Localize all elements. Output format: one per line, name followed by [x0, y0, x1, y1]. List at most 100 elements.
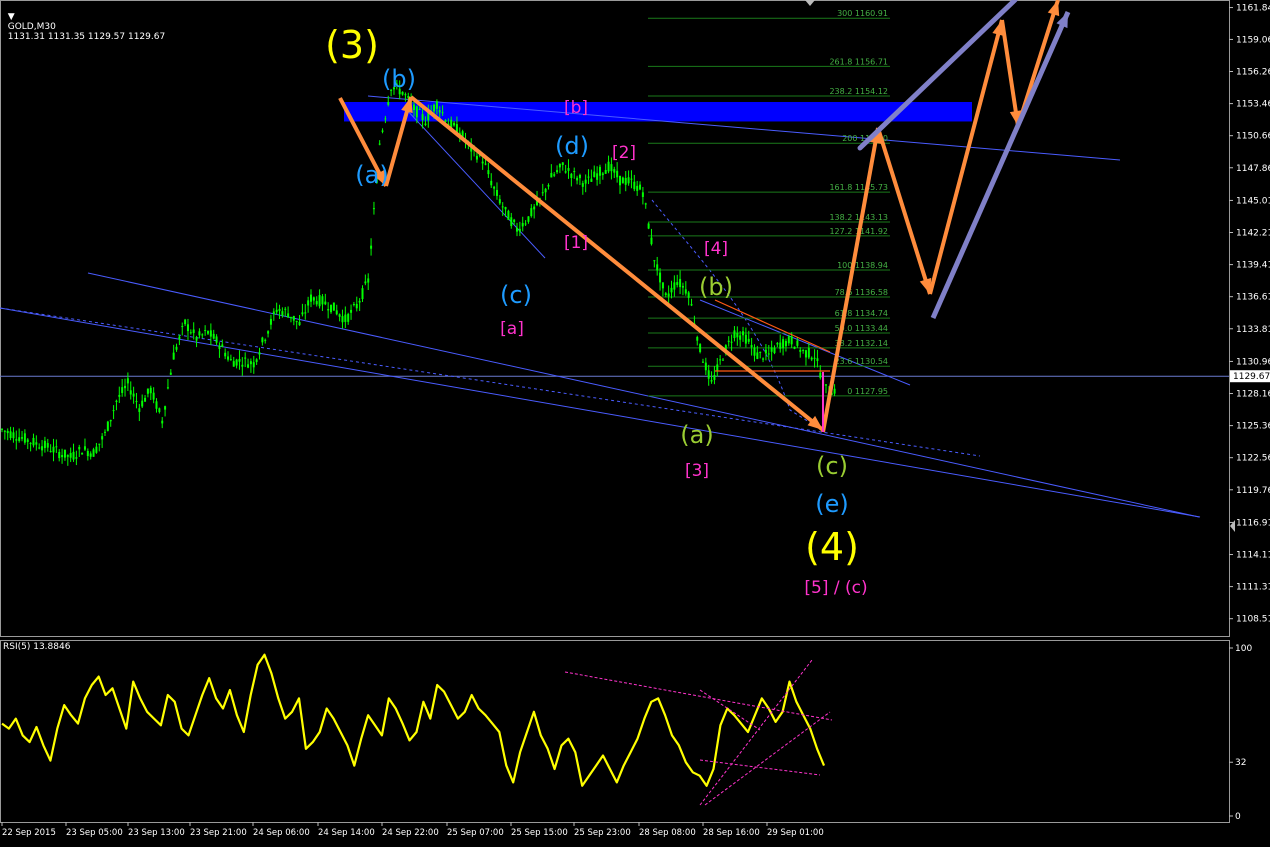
candle-body [38, 447, 41, 449]
candle-body [610, 164, 613, 172]
candle-body [364, 281, 367, 284]
wave-label: (a) [680, 421, 713, 449]
candle-body [722, 359, 724, 361]
candle-body [681, 286, 684, 288]
candle-body [739, 335, 742, 340]
rsi-axis-label: 32 [1235, 758, 1246, 768]
candle-body [481, 161, 484, 164]
chart-canvas[interactable]: 1161.84 1159.06 1156.26 1153.46 1150.66 1147.… [0, 0, 1270, 843]
candle-body [504, 207, 507, 210]
candle-body [106, 421, 109, 431]
candle-body [255, 359, 258, 362]
candle-body [195, 337, 198, 341]
candle-body [598, 166, 601, 176]
candle-body [670, 287, 673, 293]
fib-level-label: 100 1138.94 [837, 261, 888, 270]
time-axis-label: 28 Sep 08:00 [639, 828, 696, 838]
candle-body [593, 171, 596, 177]
candle-body [802, 349, 805, 351]
candle-body [83, 446, 86, 450]
candle-body [438, 110, 441, 113]
candle-body [278, 308, 281, 312]
price-axis-label: 1125.36 [1236, 422, 1270, 432]
wave-label: [1] [564, 233, 588, 253]
candle-body [550, 172, 553, 178]
candle-body [742, 331, 745, 336]
candle-body [221, 344, 224, 347]
price-axis-label: 1133.81 [1236, 325, 1270, 335]
candle-body [95, 446, 98, 453]
candle-body [825, 384, 827, 386]
candle-body [570, 173, 573, 178]
wave-label: (4) [805, 525, 859, 569]
candle-body [475, 155, 478, 160]
candle-body [696, 337, 699, 341]
candle-body [521, 222, 524, 227]
candle-body [172, 352, 175, 360]
wave-arrow [1000, 19, 1020, 127]
candle-body [244, 357, 247, 359]
candle-body [730, 341, 733, 343]
candle-body [295, 320, 298, 323]
candle-body [158, 408, 161, 413]
candle-body [372, 208, 375, 210]
candle-body [66, 455, 69, 457]
time-axis-label: 25 Sep 23:00 [574, 828, 631, 838]
candle-body [547, 185, 550, 187]
fib-level-label: 161.8 1145.73 [829, 183, 888, 192]
candle-body [269, 318, 272, 325]
price-axis-label: 1139.41 [1236, 261, 1270, 271]
candle-body [92, 449, 95, 457]
chart-window[interactable]: 1161.84 1159.06 1156.26 1153.46 1150.66 1147.… [0, 0, 1270, 843]
candle-body [135, 401, 138, 403]
trend-line [0, 307, 1201, 518]
time-axis-label: 24 Sep 14:00 [318, 828, 375, 838]
candle-body [767, 353, 770, 355]
candle-body [415, 106, 418, 118]
candle-body [350, 309, 353, 313]
candle-body [793, 346, 796, 349]
triangle-line [714, 299, 831, 353]
candle-body [567, 168, 570, 171]
candle-body [310, 294, 312, 302]
candle-body [796, 340, 799, 346]
wave-label: (b) [382, 65, 416, 93]
candle-body [275, 309, 278, 313]
wave-arrow-head [1047, 0, 1060, 17]
candle-body [719, 359, 722, 361]
candle-body [736, 332, 739, 338]
fib-level-label: 38.2 1132.14 [835, 339, 888, 348]
candle-body [664, 293, 667, 296]
candle-body [621, 177, 624, 184]
candle-body [344, 314, 347, 322]
candle-body [192, 329, 195, 333]
candle-body [435, 101, 438, 109]
candle-body [673, 282, 676, 290]
candle-body [370, 245, 373, 249]
wave-arrow [928, 19, 1004, 295]
candle-body [544, 188, 547, 193]
candle-body [656, 264, 659, 271]
candle-body [530, 208, 533, 217]
candle-body [55, 446, 58, 448]
candle-body [315, 301, 318, 305]
wave-label: [3] [685, 461, 709, 481]
candle-body [121, 387, 124, 393]
candle-body [384, 118, 387, 120]
candle-body [733, 330, 736, 339]
price-axis-label: 1159.06 [1236, 35, 1270, 45]
candle-body [118, 394, 121, 397]
price-axis-label: 1153.46 [1236, 100, 1270, 110]
symbol-dropdown-icon[interactable]: ▼ [8, 12, 15, 22]
candle-body [21, 437, 24, 439]
rsi-line [1, 653, 826, 787]
rsi-axis-label: 0 [1235, 812, 1241, 822]
candle-body [556, 170, 559, 173]
candle-body [624, 177, 627, 185]
candle-body [581, 183, 584, 187]
candle-body [762, 358, 765, 360]
price-axis-label: 1128.16 [1236, 390, 1270, 400]
candle-body [578, 174, 581, 179]
candle-body [23, 433, 26, 443]
candle-body [224, 352, 227, 357]
